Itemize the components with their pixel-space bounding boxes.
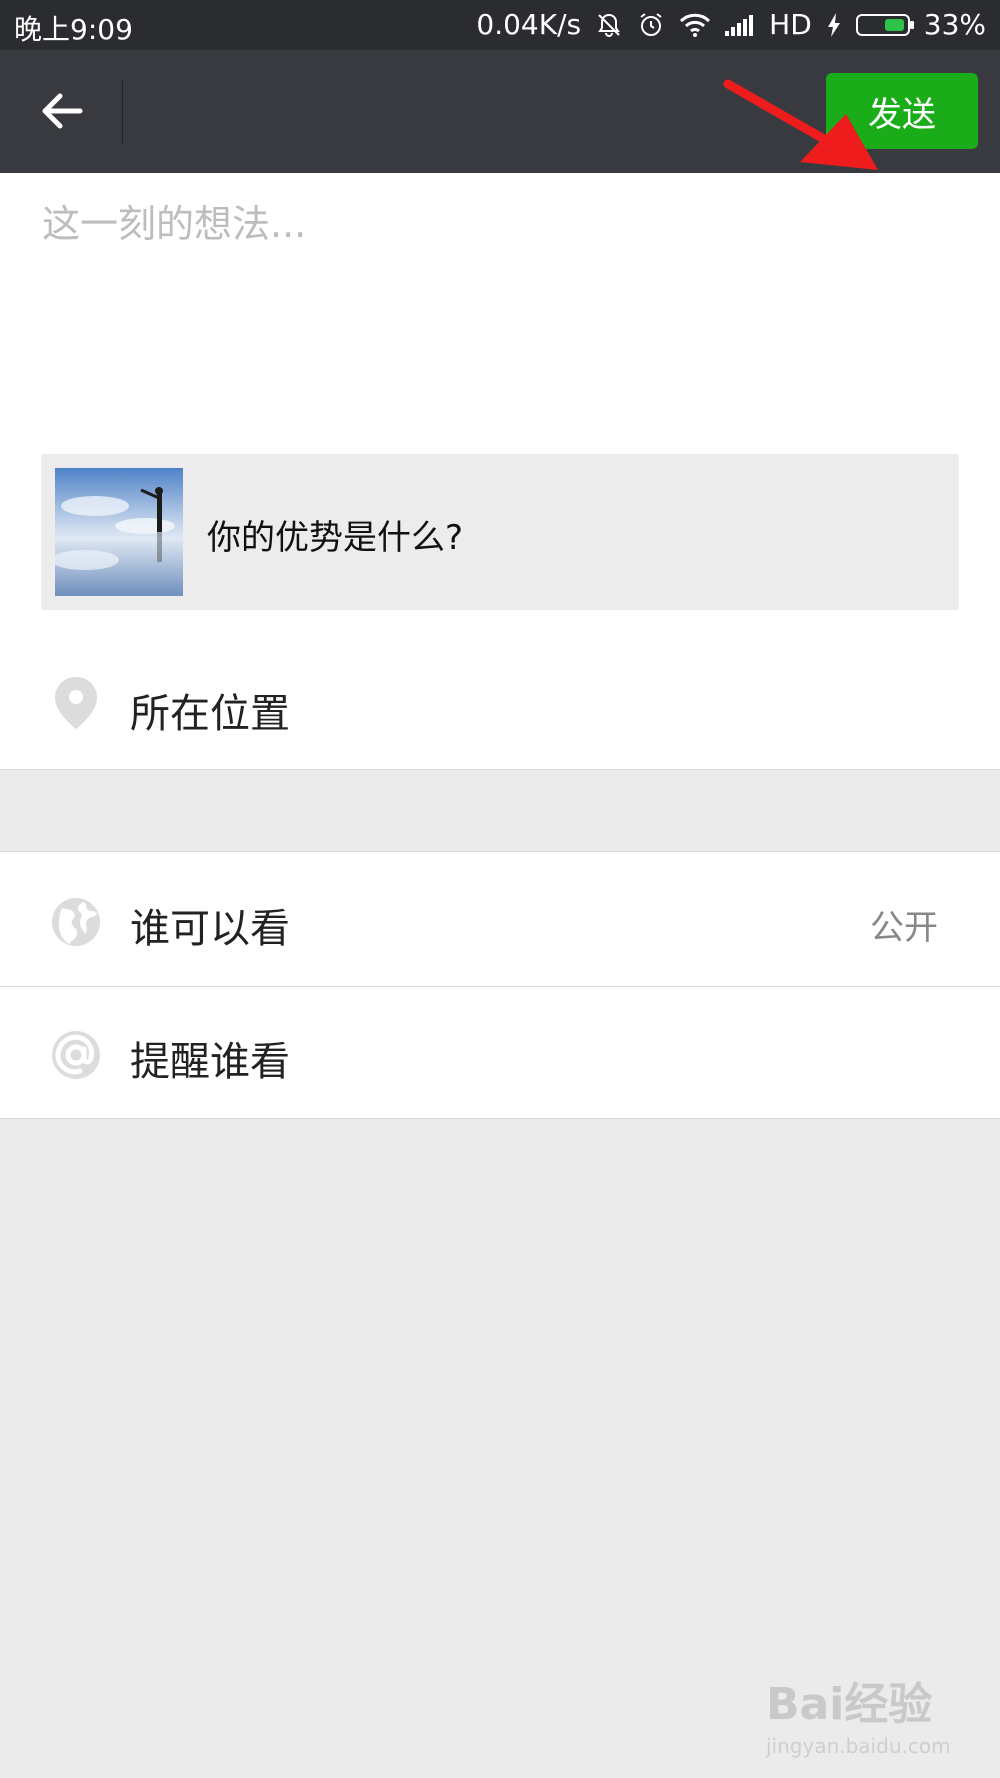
- battery-nub: [909, 20, 914, 29]
- link-thumbnail: [55, 468, 183, 596]
- battery-level: [884, 18, 904, 31]
- visibility-value: 公开: [870, 908, 938, 948]
- back-arrow-icon: [42, 93, 83, 129]
- visibility-label: 谁可以看: [130, 906, 290, 952]
- remind-label: 提醒谁看: [130, 1039, 290, 1085]
- visibility-row[interactable]: 谁可以看 公开: [0, 852, 1000, 986]
- link-title: 你的优势是什么?: [207, 518, 464, 558]
- globe-icon: [52, 898, 100, 946]
- divider: [0, 769, 1000, 770]
- battery-percent: 33%: [923, 8, 986, 41]
- watermark-url: jingyan.baidu.com: [766, 1734, 951, 1758]
- thought-input[interactable]: [40, 191, 964, 395]
- divider: [0, 1118, 1000, 1119]
- status-icons: 0.04K/s HD 33%: [462, 8, 986, 41]
- location-pin-icon: [55, 677, 97, 729]
- shared-link-card[interactable]: 你的优势是什么?: [41, 454, 959, 610]
- top-navbar: 发送: [0, 50, 1000, 173]
- signal-icon: [725, 14, 755, 36]
- at-icon: [52, 1031, 100, 1079]
- mute-icon: [598, 13, 621, 37]
- location-label: 所在位置: [130, 691, 290, 737]
- network-speed: 0.04K/s: [476, 8, 582, 41]
- location-row[interactable]: 所在位置: [0, 623, 1000, 769]
- send-button[interactable]: 发送: [826, 73, 978, 149]
- watermark-logo: Bai经验: [766, 1679, 933, 1730]
- wifi-icon: [680, 13, 711, 37]
- status-time: 晚上9:09: [14, 13, 133, 46]
- charging-icon: [827, 12, 840, 37]
- back-button[interactable]: [30, 78, 96, 144]
- network-type: HD: [769, 8, 812, 41]
- remind-row[interactable]: 提醒谁看: [0, 987, 1000, 1118]
- battery-icon: [855, 13, 914, 36]
- nav-divider: [122, 80, 123, 144]
- alarm-icon: [640, 12, 662, 36]
- baidu-jingyan-watermark: Bai经验 jingyan.baidu.com: [766, 1668, 976, 1760]
- status-bar: 晚上9:09 0.04K/s HD 33%: [0, 0, 1000, 50]
